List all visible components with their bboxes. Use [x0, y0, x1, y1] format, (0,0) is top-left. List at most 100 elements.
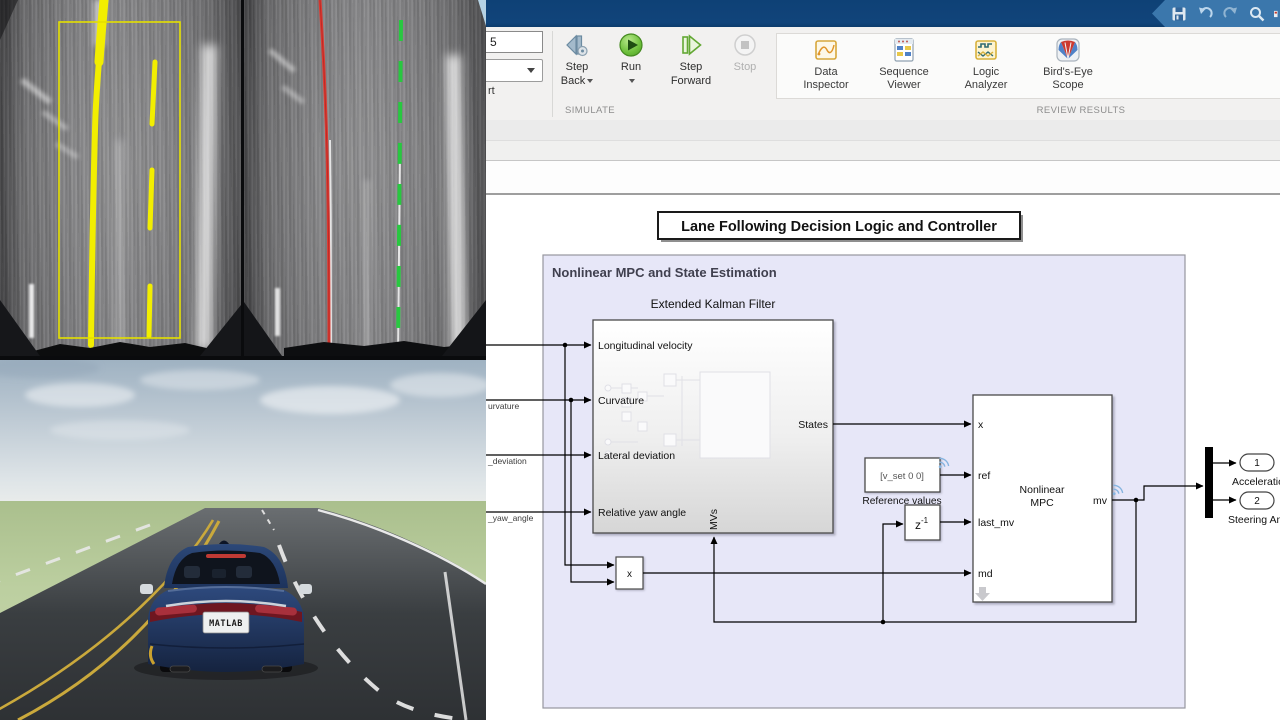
- svg-text:MVs: MVs: [708, 509, 720, 530]
- step-back-label: Step: [566, 61, 589, 73]
- sequence-viewer-label: Sequence: [879, 66, 929, 78]
- nonlinear-mpc-block[interactable]: x ref last_mv md mv Nonlinear MPC: [973, 395, 1112, 602]
- signal-label: _yaw_angle: [487, 513, 534, 523]
- outport-1-label: Acceleratio: [1232, 476, 1280, 488]
- svg-text:Curvature: Curvature: [598, 395, 644, 407]
- svg-text:last_mv: last_mv: [978, 517, 1015, 529]
- model-canvas[interactable]: Lane Following Decision Logic and Contro…: [486, 196, 1280, 720]
- search-icon[interactable]: [1248, 5, 1266, 23]
- svg-text:MPC: MPC: [1030, 497, 1054, 509]
- svg-text:ref: ref: [978, 470, 990, 482]
- logic-analyzer-label: Logic: [973, 66, 999, 78]
- svg-text:States: States: [798, 419, 828, 431]
- svg-text:[v_set 0 0]: [v_set 0 0]: [880, 471, 924, 482]
- svg-text:x: x: [627, 569, 632, 580]
- svg-text:x: x: [978, 419, 984, 431]
- partial-icon: [1274, 5, 1280, 23]
- fitted-lane-left: [320, 0, 329, 352]
- sequence-viewer-label: Viewer: [887, 79, 920, 91]
- run-icon: [618, 32, 644, 58]
- birds-eye-scope-button[interactable]: Bird's-Eye Scope: [1026, 37, 1110, 92]
- model-title-annotation[interactable]: Lane Following Decision Logic and Contro…: [658, 212, 1023, 242]
- sequence-viewer-button[interactable]: Sequence Viewer: [862, 37, 946, 92]
- toolbar-band: [486, 141, 1280, 161]
- simulink-window: rt Step Back: [486, 0, 1280, 720]
- corner-mask: [244, 302, 282, 356]
- birds-eye-scope-label: Scope: [1052, 79, 1083, 91]
- ekf-block-label: Extended Kalman Filter: [651, 297, 776, 311]
- sequence-viewer-icon: [891, 37, 917, 63]
- car-mirror-left: [140, 584, 153, 594]
- step-back-label: Back: [561, 75, 585, 87]
- stop-icon: [732, 32, 758, 58]
- corner-mask: [442, 300, 486, 356]
- logic-analyzer-button[interactable]: Logic Analyzer: [944, 37, 1028, 92]
- data-inspector-button[interactable]: Data Inspector: [784, 37, 868, 92]
- data-inspector-label: Data: [814, 66, 837, 78]
- signal-label: urvature: [488, 401, 519, 411]
- svg-text:md: md: [978, 568, 993, 580]
- title-bar: [486, 0, 1280, 27]
- group-separator: [552, 31, 553, 117]
- birds-eye-scope-icon: [1055, 37, 1081, 63]
- run-label: Run: [621, 61, 641, 73]
- data-inspector-icon: [813, 37, 839, 63]
- stop-button[interactable]: Stop: [724, 32, 766, 75]
- svg-text:1: 1: [1254, 458, 1260, 469]
- run-button[interactable]: Run: [609, 32, 653, 88]
- save-icon[interactable]: [1170, 5, 1188, 23]
- corner-mask: [0, 300, 40, 356]
- roi-rectangle: [59, 22, 180, 338]
- detected-lane-dashes: [149, 62, 155, 336]
- step-back-button[interactable]: Step Back: [554, 32, 600, 88]
- svg-text:Longitudinal velocity: Longitudinal velocity: [598, 340, 693, 352]
- logic-analyzer-label: Analyzer: [965, 79, 1008, 91]
- brake-light: [206, 554, 246, 558]
- chevron-down-icon: [629, 79, 635, 83]
- document-tab-bar: [486, 120, 1280, 141]
- demux-block[interactable]: [1205, 447, 1213, 518]
- outport-2[interactable]: 2 Steering Ang: [1228, 492, 1280, 526]
- simulate-section-label: SIMULATE: [565, 105, 615, 116]
- simulation-mode-dropdown[interactable]: [486, 59, 543, 82]
- detected-lane-solid: [91, 0, 104, 345]
- svg-text:2: 2: [1254, 496, 1260, 507]
- svg-text:Lane Following Decision Logic: Lane Following Decision Logic and Contro…: [681, 219, 997, 235]
- svg-text:Nonlinear: Nonlinear: [1020, 484, 1065, 496]
- outport-2-label: Steering Ang: [1228, 514, 1280, 526]
- logic-analyzer-icon: [973, 37, 999, 63]
- outport-1[interactable]: 1 Acceleratio: [1232, 454, 1280, 488]
- ekf-block[interactable]: Extended Kalman Filter Longitudinal velo…: [593, 297, 833, 533]
- svg-text:Lateral deviation: Lateral deviation: [598, 450, 675, 462]
- fast-restart-label-partial: rt: [488, 85, 495, 97]
- mul-block[interactable]: x: [616, 557, 643, 589]
- sky-sliver: [478, 0, 486, 26]
- step-forward-label: Step: [680, 61, 703, 73]
- lane-fit-view: [244, 0, 486, 356]
- signal-label: _deviation: [487, 456, 527, 466]
- step-back-icon: [564, 32, 590, 58]
- chevron-down-icon: [587, 79, 593, 83]
- corner-mask: [0, 0, 18, 40]
- app-root: MATLAB: [0, 0, 1280, 720]
- toolstrip: rt Step Back: [486, 27, 1280, 121]
- delay-block[interactable]: z-1: [905, 505, 940, 540]
- birds-eye-scope-label: Bird's-Eye: [1043, 66, 1093, 78]
- review-results-group: Data Inspector Sequence Viewer: [776, 33, 1280, 99]
- svg-text:Relative yaw angle: Relative yaw angle: [598, 507, 686, 519]
- reference-values-block[interactable]: [v_set 0 0] Reference values: [862, 458, 941, 507]
- quick-access-toolbar: [1152, 0, 1280, 27]
- panel-divider: [241, 0, 244, 356]
- step-forward-button[interactable]: Step Forward: [666, 32, 716, 88]
- undo-icon[interactable]: [1196, 5, 1214, 23]
- redo-icon[interactable]: [1222, 5, 1240, 23]
- step-forward-icon: [678, 32, 704, 58]
- bottom-speckle: [30, 342, 215, 356]
- stop-time-input[interactable]: [486, 31, 543, 53]
- review-results-section-label: REVIEW RESULTS: [1006, 105, 1156, 116]
- stop-label: Stop: [734, 61, 757, 73]
- chevron-down-icon: [527, 68, 535, 73]
- car-mirror-right: [299, 584, 312, 594]
- subsystem-label: Nonlinear MPC and State Estimation: [552, 265, 777, 280]
- license-plate-text: MATLAB: [209, 619, 243, 629]
